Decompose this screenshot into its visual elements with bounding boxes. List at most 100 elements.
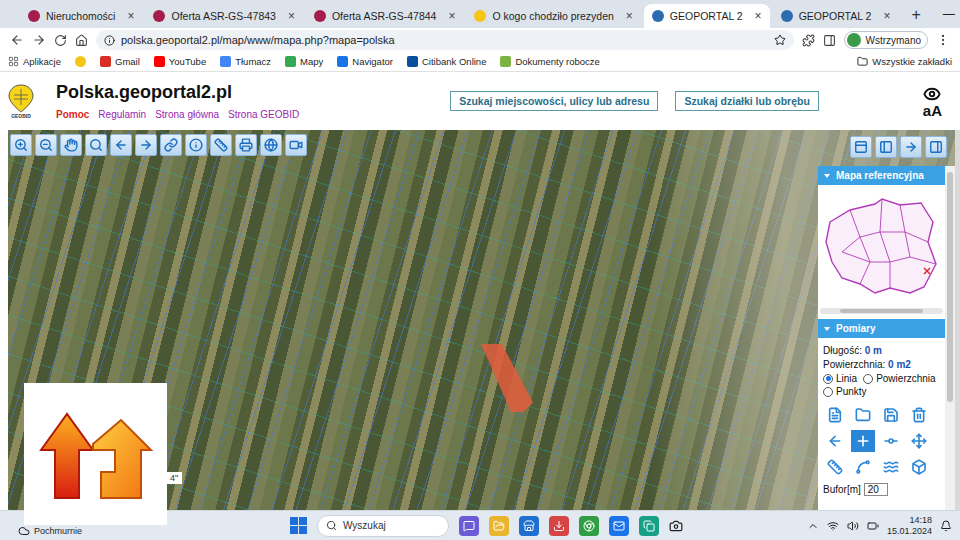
map-tool-button[interactable] <box>285 134 307 156</box>
section-header[interactable]: Mapa referencyjna <box>818 166 945 185</box>
eye-icon[interactable] <box>923 85 941 103</box>
search-button[interactable]: Szukaj działki lub obrębu <box>675 91 818 111</box>
bookmark[interactable]: Mapy <box>285 56 323 67</box>
map-tool-button[interactable] <box>60 134 82 156</box>
tab-close-button[interactable]: × <box>448 9 455 23</box>
measure-tool-button[interactable] <box>851 456 875 478</box>
taskbar-app[interactable] <box>459 516 479 536</box>
tab-close-button[interactable]: × <box>626 9 633 23</box>
bookmark[interactable]: Tłumacz <box>220 56 271 67</box>
mode-radio[interactable]: Linia <box>823 373 857 384</box>
chevron-up-icon[interactable] <box>807 520 819 532</box>
map-tool-button[interactable] <box>85 134 107 156</box>
clock[interactable]: 14:1815.01.2024 <box>887 515 932 537</box>
measure-tool-button[interactable] <box>907 456 931 478</box>
tab-close-button[interactable]: × <box>883 9 890 23</box>
taskbar-app[interactable] <box>579 516 599 536</box>
buffer-input[interactable]: 20 <box>864 483 888 496</box>
measure-tool-button[interactable] <box>823 456 847 478</box>
all-bookmarks[interactable]: Wszystkie zakładki <box>857 56 952 67</box>
radio-dot[interactable] <box>823 374 833 384</box>
url-field[interactable]: polska.geoportal2.pl/map/www/mapa.php?ma… <box>96 30 794 50</box>
logo[interactable]: GEOBID <box>4 83 38 119</box>
browser-tab[interactable]: Nieruchomości× <box>20 4 142 28</box>
mode-radio[interactable]: Punkty <box>823 386 867 397</box>
home-icon[interactable] <box>75 34 88 47</box>
measure-tool-button[interactable] <box>879 404 903 426</box>
header-link[interactable]: Strona GEOBID <box>228 109 299 120</box>
bookmark[interactable]: Gmail <box>100 56 140 67</box>
menu-icon[interactable] <box>936 33 950 47</box>
back-icon[interactable] <box>10 33 24 47</box>
battery-icon[interactable] <box>867 520 879 532</box>
speaker-icon[interactable] <box>847 520 859 532</box>
measure-tool-button[interactable] <box>851 430 875 452</box>
browser-tab[interactable]: Oferta ASR-GS-47843× <box>145 4 302 28</box>
forward-icon[interactable] <box>32 33 46 47</box>
bookmark[interactable]: Aplikacje <box>8 56 61 67</box>
measure-tool-button[interactable] <box>907 404 931 426</box>
mode-radio[interactable]: Powierzchnia <box>863 373 935 384</box>
page-scrollbar[interactable] <box>955 130 960 510</box>
bookmark-star-icon[interactable] <box>774 34 786 46</box>
extensions-icon[interactable] <box>802 34 815 47</box>
bookmark[interactable]: Citibank Online <box>407 56 486 67</box>
layout-button[interactable] <box>900 136 922 158</box>
taskbar-app[interactable] <box>639 516 659 536</box>
wifi-icon[interactable] <box>827 520 839 532</box>
layout-button[interactable] <box>850 136 872 158</box>
layout-button[interactable] <box>875 136 897 158</box>
header-link[interactable]: Pomoc <box>56 109 89 120</box>
font-size-button[interactable]: aA <box>923 103 942 118</box>
tab-close-button[interactable]: × <box>288 9 295 23</box>
windows-start-icon[interactable] <box>290 517 307 534</box>
section-header[interactable]: Pomiary <box>818 319 945 338</box>
tab-close-button[interactable]: × <box>127 9 134 23</box>
header-link[interactable]: Regulamin <box>98 109 146 120</box>
browser-tab[interactable]: GEOPORTAL 2× <box>773 4 899 28</box>
new-tab-button[interactable]: + <box>901 6 930 28</box>
taskbar-app[interactable] <box>519 516 539 536</box>
taskbar-app[interactable] <box>549 516 569 536</box>
measure-tool-button[interactable] <box>823 430 847 452</box>
taskbar-app[interactable] <box>609 516 629 536</box>
tab-close-button[interactable]: × <box>755 9 762 23</box>
reload-icon[interactable] <box>54 34 67 47</box>
map-tool-button[interactable] <box>210 134 232 156</box>
measure-tool-button[interactable] <box>851 404 875 426</box>
map-tool-button[interactable] <box>10 134 32 156</box>
map-tool-button[interactable] <box>185 134 207 156</box>
profile-button[interactable]: Wstrzymano <box>844 31 928 49</box>
bookmark[interactable]: Navigator <box>337 56 393 67</box>
map-tool-button[interactable] <box>235 134 257 156</box>
taskbar-search[interactable]: Wyszukaj <box>317 515 449 537</box>
taskbar-app[interactable] <box>489 516 509 536</box>
site-info-icon[interactable] <box>104 35 115 46</box>
map-tool-button[interactable] <box>110 134 132 156</box>
browser-tab[interactable]: O kogo chodziło prezyden× <box>466 4 640 28</box>
side-panel-icon[interactable] <box>823 34 836 47</box>
measure-tool-button[interactable] <box>879 456 903 478</box>
bookmark[interactable]: Dokumenty robocze <box>500 56 599 67</box>
header-link[interactable]: Strona główna <box>155 109 219 120</box>
weather[interactable]: Pochmurnie <box>8 525 290 540</box>
map-tool-button[interactable] <box>160 134 182 156</box>
bookmark[interactable]: YouTube <box>154 56 206 67</box>
map-tool-button[interactable] <box>260 134 282 156</box>
measure-tool-button[interactable] <box>823 404 847 426</box>
browser-tab[interactable]: GEOPORTAL 2× <box>644 4 770 28</box>
measure-tool-button[interactable] <box>907 430 931 452</box>
measure-tool-button[interactable] <box>879 430 903 452</box>
panel-scrollbar[interactable] <box>945 166 955 510</box>
bookmark-icon[interactable] <box>75 56 86 67</box>
search-button[interactable]: Szukaj miejscowości, ulicy lub adresu <box>450 91 658 111</box>
browser-tab[interactable]: Oferta ASR-GS-47844× <box>306 4 463 28</box>
radio-dot[interactable] <box>823 387 833 397</box>
layout-button[interactable] <box>925 136 947 158</box>
notifications-icon[interactable] <box>940 520 952 532</box>
map-tool-button[interactable] <box>35 134 57 156</box>
horizontal-scrollbar[interactable] <box>820 308 943 314</box>
radio-dot[interactable] <box>863 374 873 384</box>
camera-icon[interactable] <box>669 519 683 533</box>
map-tool-button[interactable] <box>135 134 157 156</box>
